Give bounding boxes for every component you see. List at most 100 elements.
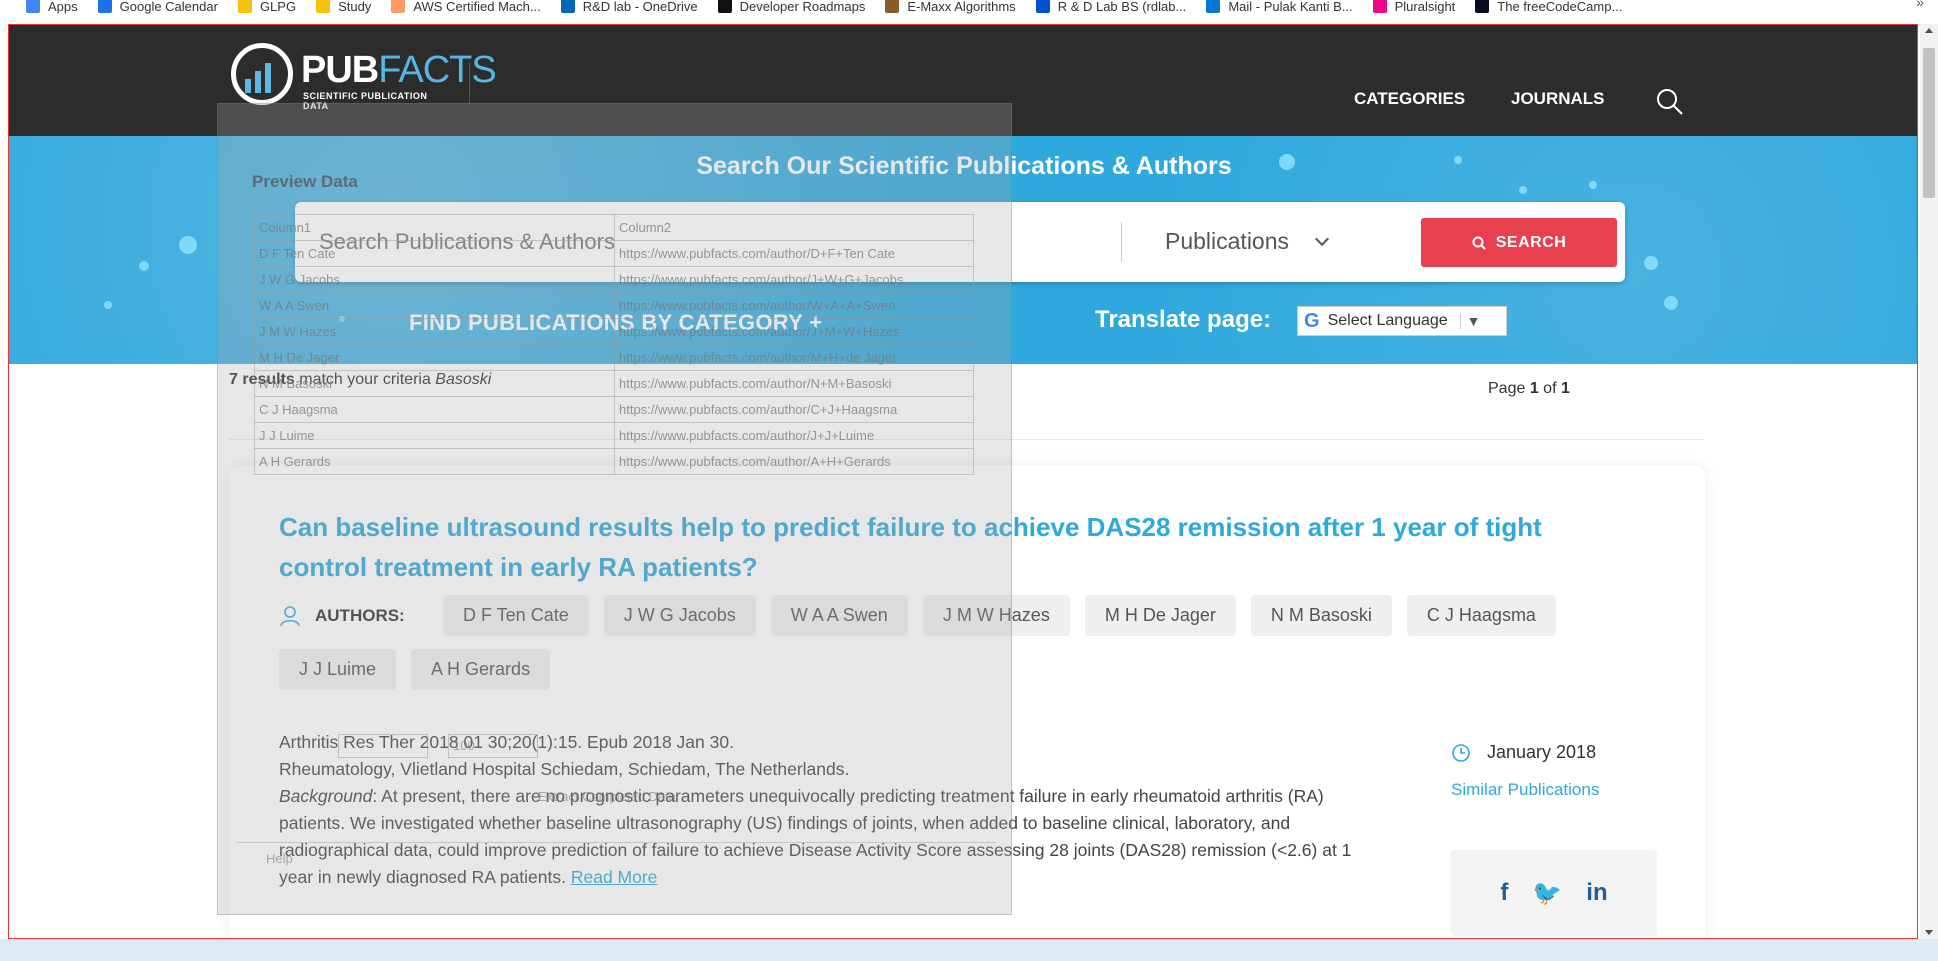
bookmark-label: GLPG (259, 0, 297, 14)
scrollbar-thumb[interactable] (1923, 48, 1935, 198)
divider (229, 439, 1704, 440)
preview-table-row: C J Haagsma https://www.pubfacts.com/auth… (254, 396, 974, 423)
bookmark-label: Mail - Pulak Kanti B... (1228, 0, 1353, 14)
search-button[interactable]: SEARCH (1421, 218, 1617, 267)
author-chip[interactable]: C J Haagsma (1406, 595, 1556, 636)
scroll-down-icon[interactable] (1925, 930, 1933, 935)
preview-table-cell: J J Luime (254, 422, 615, 449)
bottom-strip (0, 939, 1938, 961)
bookmark-icon (560, 0, 575, 13)
bookmark-icon (885, 0, 900, 13)
bookmark-item[interactable]: R & D Lab BS (rdlab... (1035, 0, 1187, 14)
abstract: Background: At present, there are no pro… (279, 786, 1352, 887)
author-chip[interactable]: J W G Jacobs (603, 595, 756, 636)
bookmark-icon (1035, 0, 1050, 13)
bookmark-item[interactable]: E-Maxx Algorithms (885, 0, 1016, 14)
publication-details: Arthritis Res Ther 2018 01 30;20(1):15. … (279, 729, 1379, 891)
preview-table-cell: https://www.pubfacts.com/author/J+J+Luim… (614, 422, 974, 449)
bookmark-label: The freeCodeCamp... (1497, 0, 1623, 14)
social-share: f 🐦 in (1451, 850, 1657, 936)
author-chip[interactable]: N M Basoski (1250, 595, 1392, 636)
facebook-icon[interactable]: f (1500, 879, 1508, 907)
search-bar: Publications SEARCH (295, 202, 1625, 282)
chevron-down-icon (1314, 231, 1330, 246)
bookmarks-overflow-icon[interactable]: » (1916, 0, 1924, 10)
bookmark-item[interactable]: Study (316, 0, 371, 14)
translate-label: Translate page: (1095, 306, 1272, 333)
bookmark-label: Pluralsight (1394, 0, 1456, 14)
search-hero: Search Our Scientific Publications & Aut… (9, 136, 1917, 364)
similar-publications-link[interactable]: Similar Publications (1451, 780, 1599, 800)
site-logo[interactable]: PUBFACTS SCIENTIFIC PUBLICATION DATA (231, 43, 497, 115)
scroll-up-icon[interactable] (1925, 28, 1933, 33)
search-type-value: Publications (1165, 228, 1290, 254)
citation: Arthritis Res Ther 2018 01 30;20(1):15. … (279, 732, 734, 752)
nav-journals[interactable]: JOURNALS (1511, 89, 1605, 109)
search-icon[interactable] (1655, 87, 1685, 117)
bookmark-icon (391, 0, 406, 13)
search-type-select[interactable]: Publications (1165, 228, 1330, 255)
results-summary: 7 results match your criteria Basoski (229, 371, 492, 388)
preview-table-row: J J Luime https://www.pubfacts.com/author… (254, 422, 974, 449)
author-chip[interactable]: J M W Hazes (922, 595, 1070, 636)
bookmark-icon (1475, 0, 1490, 13)
bookmark-item[interactable]: Mail - Pulak Kanti B... (1206, 0, 1353, 14)
logo-tagline: SCIENTIFIC PUBLICATION DATA (303, 91, 428, 111)
search-input[interactable] (319, 216, 1079, 268)
bookmark-item[interactable]: Google Calendar (97, 0, 218, 14)
publication-date: January 2018 (1451, 742, 1596, 763)
twitter-icon[interactable]: 🐦 (1532, 879, 1562, 908)
author-chip[interactable]: A H Gerards (411, 649, 551, 690)
search-icon (1472, 236, 1486, 250)
bookmark-item[interactable]: Apps (26, 0, 78, 14)
author-chip[interactable]: M H De Jager (1084, 595, 1236, 636)
bookmark-icon (26, 0, 40, 13)
bookmark-icon (97, 0, 112, 13)
bookmark-item[interactable]: R&D lab - OneDrive (560, 0, 698, 14)
bookmarks-bar: Apps Google Calendar GLPG Study AWS Certifie… (0, 0, 1938, 24)
search-divider (1121, 222, 1122, 262)
author-chip[interactable]: D F Ten Cate (443, 595, 589, 636)
bookmark-label: Apps (48, 0, 78, 14)
results-query: Basoski (435, 371, 492, 388)
clock-icon (1452, 743, 1470, 762)
linkedin-icon[interactable]: in (1586, 879, 1607, 907)
pagination-info: Page 1 of 1 (1488, 380, 1570, 397)
language-select-value: Select Language (1327, 312, 1448, 329)
author-chip[interactable]: J J Luime (279, 649, 397, 690)
bookmark-icon (1372, 0, 1387, 13)
bookmark-label: AWS Certified Mach... (413, 0, 541, 14)
bookmark-item[interactable]: The freeCodeCamp... (1475, 0, 1622, 14)
author-chips-row2: J J Luime A H Gerards (279, 649, 551, 690)
logo-wordmark: PUBFACTS (301, 49, 497, 91)
bookmark-label: E-Maxx Algorithms (907, 0, 1016, 14)
results-count: 7 results (229, 371, 295, 388)
site-header: PUBFACTS SCIENTIFIC PUBLICATION DATA CAT… (9, 25, 1917, 136)
bookmark-label: Developer Roadmaps (739, 0, 866, 14)
bookmark-label: R & D Lab BS (rdlab... (1057, 0, 1187, 14)
find-by-category-link[interactable]: FIND PUBLICATIONS BY CATEGORY + (409, 310, 822, 336)
publication-card: Can baseline ultrasound results help to … (229, 465, 1705, 938)
page-viewport: PUBFACTS SCIENTIFIC PUBLICATION DATA CAT… (8, 24, 1918, 939)
bookmark-item[interactable]: AWS Certified Mach... (391, 0, 541, 14)
affiliation: Rheumatology, Vlietland Hospital Schieda… (279, 759, 850, 779)
bookmark-item[interactable]: GLPG (237, 0, 297, 14)
bookmark-item[interactable]: Developer Roadmaps (717, 0, 866, 14)
authors-label: AUTHORS: (279, 605, 405, 627)
search-button-label: SEARCH (1495, 233, 1567, 251)
vertical-scrollbar[interactable] (1920, 24, 1938, 939)
google-icon: G (1304, 309, 1320, 332)
nav-categories[interactable]: CATEGORIES (1354, 89, 1465, 109)
author-chip[interactable]: W A A Swen (770, 595, 908, 636)
logo-bars-icon (245, 63, 271, 93)
header-divider (469, 63, 470, 103)
bookmark-icon (237, 0, 252, 13)
publication-title[interactable]: Can baseline ultrasound results help to … (279, 507, 1619, 587)
preview-table-cell: https://www.pubfacts.com/author/N+M+Baso… (614, 370, 974, 397)
bookmark-item[interactable]: Pluralsight (1372, 0, 1456, 14)
bookmark-label: Study (338, 0, 372, 14)
bookmark-icon (717, 0, 732, 13)
dropdown-arrow-icon: ▼ (1459, 313, 1481, 329)
read-more-link[interactable]: Read More (571, 867, 658, 887)
language-select[interactable]: G Select Language ▼ (1297, 306, 1507, 336)
